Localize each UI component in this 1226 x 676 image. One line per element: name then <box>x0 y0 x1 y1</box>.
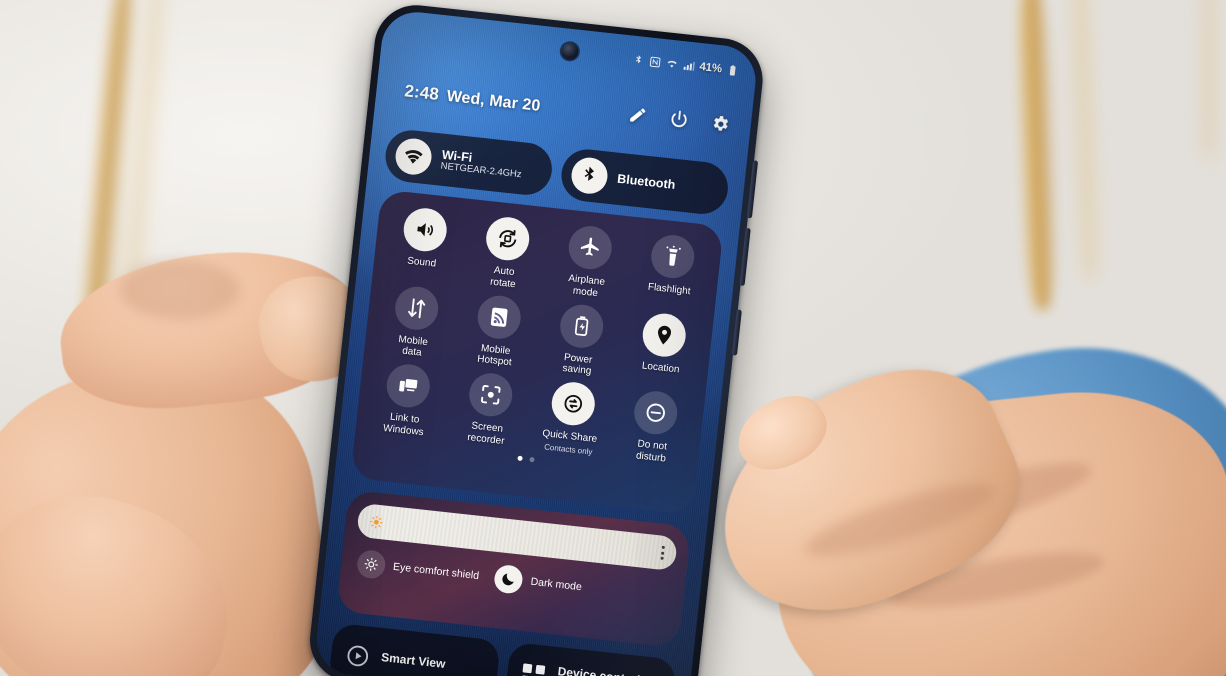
brightness-sun-icon <box>370 515 383 528</box>
signal-icon <box>683 61 695 71</box>
power-saving-icon <box>558 302 606 350</box>
bluetooth-icon <box>635 55 641 64</box>
battery-icon <box>729 65 736 76</box>
tile-auto-rotate[interactable]: Auto rotate <box>461 213 551 294</box>
toggle-eye-comfort-shield[interactable]: Eye comfort shield <box>355 548 481 590</box>
nfc-icon <box>649 56 661 68</box>
edit-icon[interactable] <box>627 104 648 125</box>
tile-screen-recorder[interactable]: Screen recorder <box>444 369 534 450</box>
tile-label: Link to Windows <box>382 411 425 439</box>
wifi-icon <box>393 136 434 177</box>
tile-sound[interactable]: Sound <box>378 204 468 285</box>
tile-airplane-mode[interactable]: Airplane mode <box>543 222 633 303</box>
tile-location[interactable]: Location <box>617 309 707 390</box>
quick-share-icon <box>549 380 597 428</box>
sound-icon <box>401 206 449 254</box>
dark-mode-icon <box>493 563 525 595</box>
power-icon[interactable] <box>668 108 690 130</box>
link-to-windows-icon <box>384 362 432 410</box>
tile-label: Sound <box>406 255 437 270</box>
wifi-icon <box>667 60 677 68</box>
tile-quick-share[interactable]: Quick Share Contacts only <box>526 378 616 459</box>
smart-view-icon <box>342 640 373 671</box>
tile-mobile-data[interactable]: Mobile data <box>370 282 460 363</box>
left-hand-knuckle <box>120 260 240 320</box>
device-control-text: Device control SmartThings <box>556 664 641 676</box>
screen-recorder-icon <box>467 371 515 419</box>
do-not-disturb-icon <box>632 389 680 437</box>
pager-dot-2[interactable] <box>528 456 535 463</box>
pager-dot-1[interactable] <box>516 455 523 461</box>
tile-label: Mobile data <box>397 333 429 359</box>
tile-label: Location <box>641 360 681 376</box>
flashlight-icon <box>649 232 697 281</box>
battery-percent: 41% <box>698 60 723 76</box>
wifi-pill-text: Wi-Fi NETGEAR-2.4GHz <box>440 147 523 180</box>
mobile-hotspot-icon <box>475 293 523 341</box>
toggle-label: Dark mode <box>530 575 583 594</box>
smartphone: 41% 2:48 Wed, Mar 20 Wi-Fi NETGEAR-2.4GH… <box>305 0 767 676</box>
smart-view-title: Smart View <box>380 650 447 672</box>
tile-label: Flashlight <box>647 281 692 298</box>
toggle-dark-mode[interactable]: Dark mode <box>493 563 583 601</box>
tile-link-to-windows[interactable]: Link to Windows <box>361 360 451 441</box>
phone-screen: 41% 2:48 Wed, Mar 20 Wi-Fi NETGEAR-2.4GH… <box>313 8 760 676</box>
tile-mobile-hotspot[interactable]: Mobile Hotspot <box>452 291 542 372</box>
chair-leg-icon <box>1198 0 1220 160</box>
kebab-menu-icon[interactable] <box>660 545 665 560</box>
tiles-grid: Sound Auto rotate Airplane mode Flashlig… <box>361 204 716 468</box>
settings-icon[interactable] <box>710 113 732 135</box>
bluetooth-pill-text: Bluetooth <box>617 172 676 192</box>
device-control-icon <box>518 659 549 676</box>
tile-label: Do not disturb <box>635 438 668 465</box>
smart-view-text: Smart View <box>380 650 447 672</box>
clock-time: 2:48 <box>403 81 440 104</box>
toggle-label: Eye comfort shield <box>392 560 480 583</box>
tile-label: Screen recorder <box>466 420 506 447</box>
quick-settings-tiles-panel: Sound Auto rotate Airplane mode Flashlig… <box>350 189 724 515</box>
tile-label: Power saving <box>561 351 593 378</box>
auto-rotate-icon <box>484 215 532 263</box>
tile-label: Airplane mode <box>567 273 606 300</box>
airplane-icon <box>566 223 614 272</box>
tile-label: Mobile Hotspot <box>476 342 513 369</box>
tile-label: Auto rotate <box>489 264 517 291</box>
location-icon <box>640 311 688 359</box>
mobile-data-icon <box>393 284 441 332</box>
bluetooth-pill-title: Bluetooth <box>616 171 677 192</box>
tile-power-saving[interactable]: Power saving <box>535 300 625 381</box>
bluetooth-icon <box>569 155 610 196</box>
device-control-title: Device control <box>557 664 641 676</box>
tile-flashlight[interactable]: Flashlight <box>626 231 716 312</box>
eye-comfort-icon <box>355 548 387 580</box>
tile-do-not-disturb[interactable]: Do not disturb <box>609 387 699 468</box>
